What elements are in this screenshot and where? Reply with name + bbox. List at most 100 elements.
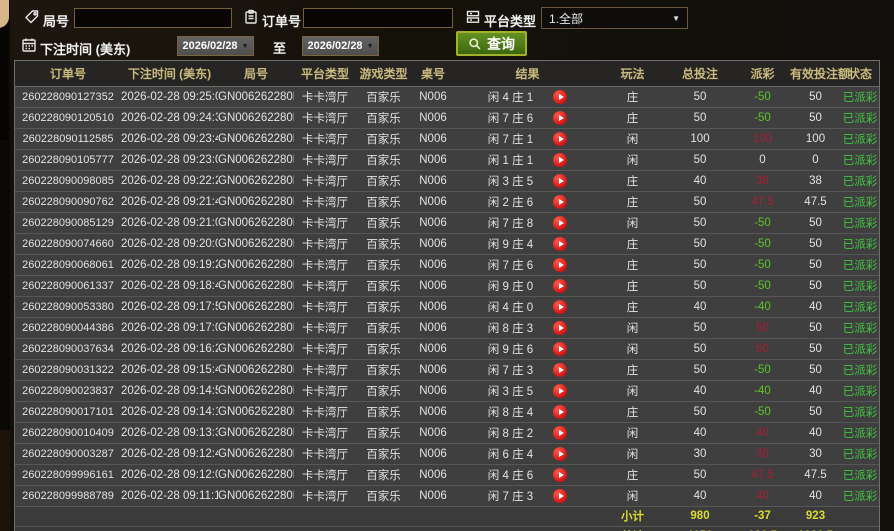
order-no-cell: 260228090010409 [15,422,121,444]
play-type-cell: 闲 [600,422,665,444]
replay-play-button[interactable] [553,341,568,356]
result-text: 闲 8 庄 4 [487,406,534,419]
bet-time-cell: 2026-02-28 09:13:33 [121,422,218,444]
payout-cell: 0 [735,149,790,171]
chevron-down-icon: ▼ [241,42,249,50]
replay-play-button[interactable] [553,194,568,209]
result-text: 闲 8 庄 3 [487,322,534,335]
play-type-cell: 闲 [600,443,665,465]
play-type-cell: 闲 [600,485,665,507]
chevron-down-icon: ▼ [672,13,680,23]
play-type-cell: 庄 [600,464,665,486]
search-button-label: 查询 [487,35,515,52]
play-icon [558,450,564,457]
table-row: 260228090023837 2026-02-28 09:14:59 GN00… [15,380,879,402]
valid-bet-cell: 40 [790,296,841,318]
valid-bet-cell: 0 [790,149,841,171]
replay-play-button[interactable] [553,110,568,125]
total-bet-cell: 50 [665,338,735,360]
order-no-cell: 260228090017101 [15,401,121,423]
play-icon [558,366,564,373]
game-no-cell: GN006262280KW [218,401,294,423]
replay-play-button[interactable] [553,236,568,251]
play-icon [558,492,564,499]
game-type-cell: 百家乐 [356,149,411,171]
valid-bet-cell: 40 [790,485,841,507]
play-type-cell: 庄 [600,191,665,213]
play-type-cell: 庄 [600,359,665,381]
date-from-value: 2026/02/28 [182,40,238,52]
status-cell: 已派彩 [841,149,879,171]
replay-play-button[interactable] [553,446,568,461]
game-no-cell: GN006262280L9 [218,128,294,150]
replay-play-button[interactable] [553,383,568,398]
clipboard-icon [243,9,259,25]
order-no-cell: 260228099988789 [15,485,121,507]
status-cell: 已派彩 [841,422,879,444]
order-no-cell: 260228099996161 [15,464,121,486]
bet-time-cell: 2026-02-28 09:17:53 [121,296,218,318]
result-text: 闲 7 庄 8 [487,217,534,230]
replay-play-button[interactable] [553,215,568,230]
replay-play-button[interactable] [553,257,568,272]
game-no-cell: GN006262280KV [218,422,294,444]
order-no-cell: 260228090112585 [15,128,121,150]
replay-play-button[interactable] [553,173,568,188]
table-no-cell: N006 [411,296,455,318]
bet-time-cell: 2026-02-28 09:12:04 [121,464,218,486]
platform-cell: 卡卡湾厅 [294,338,356,360]
status-cell: 已派彩 [841,338,879,360]
date-range-to-label: 至 [273,41,287,56]
search-button[interactable]: 查询 [456,31,527,56]
table-no-cell: N006 [411,233,455,255]
replay-play-button[interactable] [553,152,568,167]
replay-play-button[interactable] [553,299,568,314]
platform-select[interactable]: 1.全部 ▼ [541,7,688,29]
platform-cell: 卡卡湾厅 [294,149,356,171]
result-text: 闲 6 庄 4 [487,448,534,461]
date-to-picker[interactable]: 2026/02/28 ▼ [302,36,379,56]
platform-select-value: 1.全部 [549,11,584,26]
replay-play-button[interactable] [553,131,568,146]
result-cell: 闲 3 庄 5 [455,170,600,192]
payout-cell: -50 [735,275,790,297]
payout-cell: -50 [735,233,790,255]
order-no-cell: 260228090061337 [15,275,121,297]
bet-time-cell: 2026-02-28 09:22:23 [121,170,218,192]
payout-cell: -40 [735,380,790,402]
result-text: 闲 4 庄 1 [487,91,534,104]
result-text: 闲 2 庄 6 [487,196,534,209]
status-cell: 已派彩 [841,107,879,129]
status-cell: 已派彩 [841,401,879,423]
replay-play-button[interactable] [553,362,568,377]
replay-play-button[interactable] [553,278,568,293]
play-icon [558,114,564,121]
header-game-no: 局号 [218,61,294,87]
replay-play-button[interactable] [553,467,568,482]
order-no-input[interactable] [303,8,453,28]
date-from-picker[interactable]: 2026/02/28 ▼ [177,36,254,56]
order-no-cell: 260228090120510 [15,107,121,129]
valid-bet-cell: 50 [790,212,841,234]
result-text: 闲 9 庄 6 [487,343,534,356]
subtotal-row: 小计 980 -37 923 [15,506,879,527]
platform-type-label: 平台类型 [484,14,537,29]
replay-play-button[interactable] [553,404,568,419]
result-cell: 闲 7 庄 8 [455,212,600,234]
play-icon [558,345,564,352]
payout-cell: 47.5 [735,191,790,213]
replay-play-button[interactable] [553,488,568,503]
play-type-cell: 闲 [600,338,665,360]
total-bet-cell: 50 [665,275,735,297]
replay-play-button[interactable] [553,425,568,440]
valid-bet-cell: 50 [790,275,841,297]
platform-cell: 卡卡湾厅 [294,401,356,423]
replay-play-button[interactable] [553,89,568,104]
result-cell: 闲 9 庄 0 [455,275,600,297]
table-row: 260228090090762 2026-02-28 09:21:41 GN00… [15,191,879,213]
table-row: 260228090061337 2026-02-28 09:18:43 GN00… [15,275,879,297]
game-type-cell: 百家乐 [356,212,411,234]
game-no-input[interactable] [74,8,232,28]
table-header-row: 订单号 下注时间 (美东) 局号 平台类型 游戏类型 桌号 结果 玩法 总投注 … [15,61,879,87]
replay-play-button[interactable] [553,320,568,335]
